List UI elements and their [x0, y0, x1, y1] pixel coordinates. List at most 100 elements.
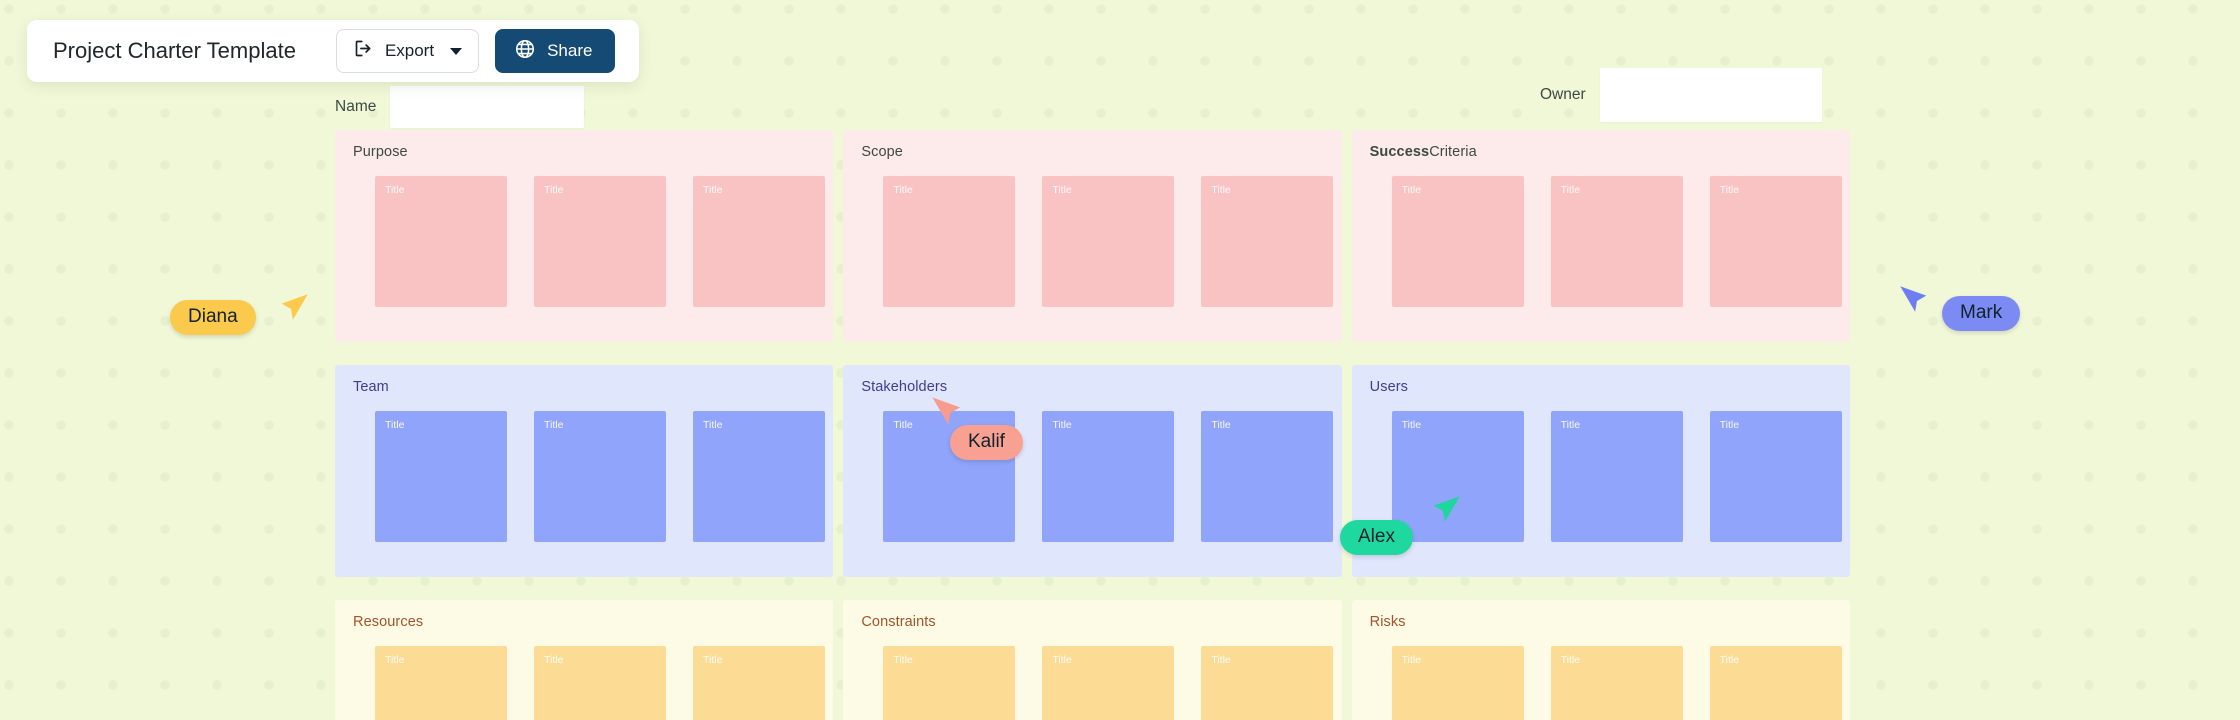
- section-team[interactable]: Team Title Title Title: [335, 365, 834, 577]
- sticky-card-title: Title: [703, 419, 723, 431]
- cursor-pointer-icon: [928, 393, 964, 434]
- sticky-card[interactable]: Title: [1550, 411, 1683, 542]
- cursor-diana: Diana: [170, 294, 308, 335]
- globe-icon: [514, 38, 536, 65]
- cursor-pointer-icon: [278, 290, 312, 329]
- sticky-card-title: Title: [1560, 419, 1581, 431]
- sticky-card[interactable]: Title: [1391, 646, 1524, 720]
- form-row: Name Owner: [335, 68, 1850, 128]
- sticky-card[interactable]: Title: [1709, 411, 1842, 542]
- sticky-card-title: Title: [1052, 419, 1072, 431]
- owner-input[interactable]: [1599, 68, 1822, 122]
- sticky-card[interactable]: Title: [375, 411, 507, 542]
- card-list: Title Title Title: [353, 646, 825, 720]
- sticky-card-title: Title: [1560, 184, 1581, 196]
- sticky-card[interactable]: Title: [1550, 646, 1683, 720]
- card-list: Title Title Title: [1370, 176, 1842, 307]
- sticky-card[interactable]: Title: [1550, 176, 1683, 307]
- sticky-card-title: Title: [544, 419, 564, 431]
- sticky-card-title: Title: [1211, 184, 1231, 196]
- sticky-card[interactable]: Title: [1042, 411, 1175, 542]
- document-toolbar: Project Charter Template Export Share: [27, 20, 640, 82]
- share-button-label: Share: [547, 41, 593, 60]
- name-input[interactable]: [390, 86, 585, 128]
- sticky-card-title: Title: [385, 419, 405, 431]
- sticky-card-title: Title: [1052, 654, 1072, 666]
- section-grid: Purpose Title Title Title Scope Title Title Tit…: [335, 130, 1850, 720]
- export-arrow-icon: [353, 38, 374, 64]
- section-resources[interactable]: Resources Title Title Title: [335, 600, 834, 720]
- owner-label: Owner: [1540, 86, 1586, 103]
- sticky-card-title: Title: [385, 654, 405, 666]
- sticky-card-title: Title: [1052, 184, 1072, 196]
- sticky-card[interactable]: Title: [534, 646, 666, 720]
- sticky-card-title: Title: [1211, 419, 1231, 431]
- card-list: Title Title Title: [861, 176, 1334, 307]
- sticky-card[interactable]: Title: [1201, 411, 1334, 542]
- sticky-card-title: Title: [703, 654, 723, 666]
- chevron-down-icon[interactable]: [450, 47, 463, 55]
- cursor-alex: Alex: [1340, 496, 1460, 555]
- sticky-card[interactable]: Title: [883, 646, 1016, 720]
- sticky-card-title: Title: [1560, 654, 1581, 666]
- export-button-label: Export: [384, 41, 435, 60]
- sticky-card-title: Title: [1211, 654, 1231, 666]
- share-button[interactable]: Share: [495, 29, 616, 73]
- sticky-card-title: Title: [703, 184, 723, 196]
- section-title: Scope: [861, 144, 903, 160]
- sticky-card-title: Title: [1401, 654, 1422, 666]
- sticky-card[interactable]: Title: [693, 646, 825, 720]
- name-label: Name: [335, 98, 377, 115]
- sticky-card[interactable]: Title: [693, 411, 825, 542]
- card-list: Title Title Title: [353, 176, 825, 307]
- cursor-mark: Mark: [1900, 286, 2021, 331]
- sticky-card[interactable]: Title: [1709, 646, 1842, 720]
- cursor-kalif: Kalif: [932, 397, 1023, 460]
- sticky-card[interactable]: Title: [375, 176, 507, 307]
- sticky-card[interactable]: Title: [534, 176, 666, 307]
- section-stakeholders[interactable]: Stakeholders Title Title Title: [843, 365, 1342, 577]
- sticky-card-title: Title: [1401, 184, 1422, 196]
- section-scope[interactable]: Scope Title Title Title: [843, 130, 1342, 342]
- section-title: Risks: [1369, 614, 1406, 630]
- section-criteria[interactable]: SuccessCriteria Title Title Title: [1351, 130, 1850, 342]
- sticky-card-title: Title: [893, 654, 913, 666]
- sticky-card-title: Title: [544, 654, 564, 666]
- cursor-pointer-icon: [1430, 492, 1464, 531]
- cursor-label-alex: Alex: [1340, 520, 1413, 555]
- sticky-card[interactable]: Title: [883, 176, 1016, 307]
- section-title: Users: [1369, 379, 1409, 395]
- section-title: Purpose: [353, 144, 408, 160]
- sticky-card[interactable]: Title: [1042, 176, 1175, 307]
- sticky-card[interactable]: Title: [1042, 646, 1175, 720]
- card-list: Title Title Title: [861, 646, 1334, 720]
- owner-field-group: Owner: [1540, 68, 1822, 122]
- sticky-card-title: Title: [1719, 654, 1740, 666]
- sticky-card[interactable]: Title: [1201, 176, 1334, 307]
- section-title-strong: Success: [1369, 144, 1430, 160]
- sticky-card-title: Title: [385, 184, 405, 196]
- sticky-card[interactable]: Title: [693, 176, 825, 307]
- card-list: Title Title Title: [353, 411, 825, 542]
- sticky-card[interactable]: Title: [1391, 176, 1524, 307]
- section-purpose[interactable]: Purpose Title Title Title: [335, 130, 834, 342]
- sticky-card[interactable]: Title: [375, 646, 507, 720]
- sticky-card[interactable]: Title: [1709, 176, 1842, 307]
- section-risks[interactable]: Risks Title Title Title: [1351, 600, 1850, 720]
- whiteboard-canvas[interactable]: Name Owner Purpose Title Title Title Scope Ti…: [335, 0, 1850, 720]
- sticky-card[interactable]: Title: [534, 411, 666, 542]
- cursor-pointer-icon: [1896, 282, 1930, 321]
- sticky-card-title: Title: [544, 184, 564, 196]
- cursor-label-diana: Diana: [170, 300, 256, 335]
- card-list: Title Title Title: [1370, 646, 1842, 720]
- section-users[interactable]: Users Title Title Title: [1351, 365, 1850, 577]
- section-title-rest: Criteria: [1429, 144, 1477, 160]
- section-title: Constraints: [861, 614, 936, 630]
- sticky-card-title: Title: [1719, 419, 1740, 431]
- page-title: Project Charter Template: [53, 38, 296, 63]
- name-field-group: Name: [335, 86, 585, 128]
- section-constraints[interactable]: Constraints Title Title Title: [843, 600, 1342, 720]
- sticky-card[interactable]: Title: [1201, 646, 1334, 720]
- sticky-card-title: Title: [1719, 184, 1740, 196]
- export-button[interactable]: Export: [335, 29, 480, 73]
